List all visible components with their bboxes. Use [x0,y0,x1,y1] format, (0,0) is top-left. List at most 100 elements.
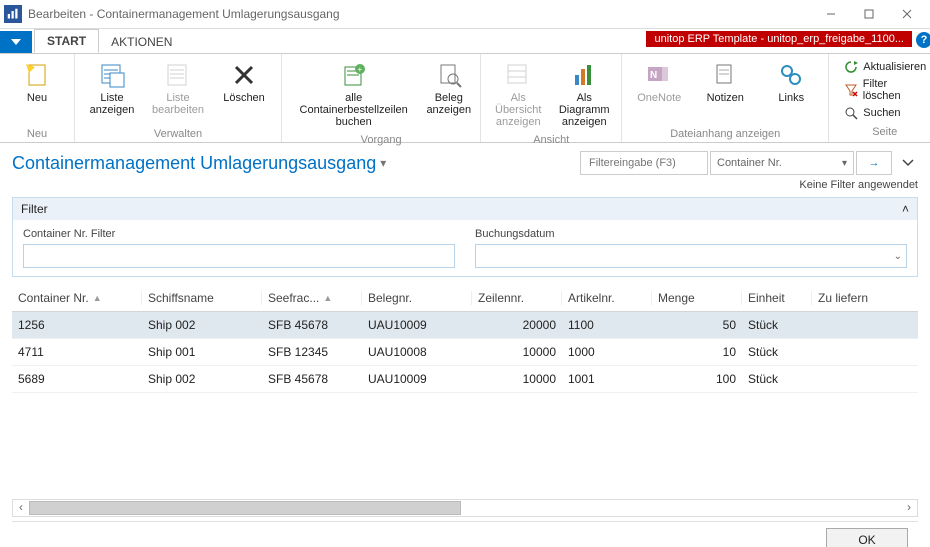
minimize-button[interactable] [812,0,850,28]
cell-container: 4711 [12,345,142,359]
ok-button[interactable]: OK [826,528,908,547]
edit-list-icon [163,60,193,90]
filter-panel: Filter˄ Container Nr. Filter Buchungsdat… [12,197,918,277]
cell-beleg: UAU10009 [362,372,472,386]
table-row[interactable]: 5689Ship 002SFB 45678UAU1000910000100110… [12,366,918,393]
help-button[interactable]: ? [916,32,930,48]
container-filter-label: Container Nr. Filter [23,228,455,240]
liste-anzeigen-button[interactable]: Liste anzeigen [81,56,143,120]
cell-artikel: 1100 [562,318,652,332]
refresh-icon [843,59,859,75]
suchen-button[interactable]: Suchen [839,104,930,122]
col-zeilennr[interactable]: Zeilennr. [472,291,562,305]
beleg-anzeigen-button[interactable]: Beleg anzeigen [423,56,474,120]
links-button[interactable]: Links [760,56,822,108]
app-logo [4,5,22,23]
filter-panel-header[interactable]: Filter˄ [13,198,917,220]
maximize-button[interactable] [850,0,888,28]
col-einheit[interactable]: Einheit [742,291,812,305]
close-button[interactable] [888,0,926,28]
cell-beleg: UAU10009 [362,318,472,332]
cell-zeilen: 10000 [472,372,562,386]
window-title: Bearbeiten - Containermanagement Umlager… [28,7,812,21]
cell-seefrac: SFB 45678 [262,372,362,386]
quick-filter-column[interactable]: Container Nr.▾ [710,151,854,175]
buchungsdatum-label: Buchungsdatum [475,228,907,240]
titlebar: Bearbeiten - Containermanagement Umlager… [0,0,930,29]
liste-bearbeiten-button: Liste bearbeiten [147,56,209,120]
col-container[interactable]: Container Nr.▲ [12,291,142,305]
data-grid: Container Nr.▲ Schiffsname Seefrac...▲ B… [12,285,918,495]
cell-zu_liefern: 100 [812,372,918,386]
alle-buchen-button[interactable]: + alle Containerbestellzeilen buchen [288,56,419,132]
neu-button[interactable]: Neu [6,56,68,108]
collapse-icon: ˄ [902,202,909,216]
col-seefrac[interactable]: Seefrac...▲ [262,291,362,305]
table-row[interactable]: 4711Ship 001SFB 12345UAU1000810000100010… [12,339,918,366]
scroll-left-button[interactable]: ‹ [13,500,29,514]
cell-zeilen: 10000 [472,345,562,359]
notizen-button[interactable]: Notizen [694,56,756,108]
chevron-down-icon: ⌄ [894,251,902,262]
cell-menge: 10 [652,345,742,359]
cell-zu_liefern: 10 [812,345,918,359]
filter-loeschen-button[interactable]: Filter löschen [839,77,930,103]
quick-filter-input[interactable] [587,156,701,170]
col-schiffsname[interactable]: Schiffsname [142,291,262,305]
container-filter-input[interactable] [23,244,455,268]
post-icon: + [339,60,369,90]
col-belegnr[interactable]: Belegnr. [362,291,472,305]
ribbon: Neu Neu Liste anzeigen Liste bearbeiten … [0,53,930,143]
cell-schiff: Ship 002 [142,372,262,386]
scroll-thumb[interactable] [29,501,461,515]
col-artikelnr[interactable]: Artikelnr. [562,291,652,305]
filter-status: Keine Filter angewendet [12,179,918,191]
horizontal-scrollbar[interactable]: ‹ › [12,499,918,517]
delete-icon [229,60,259,90]
onenote-button: N OneNote [628,56,690,108]
chevron-down-icon: ▾ [842,158,847,169]
notes-icon [710,60,740,90]
tab-aktionen[interactable]: AKTIONEN [99,31,184,53]
cell-artikel: 1000 [562,345,652,359]
loeschen-button[interactable]: Löschen [213,56,275,108]
cell-zeilen: 20000 [472,318,562,332]
grid-header: Container Nr.▲ Schiffsname Seefrac...▲ B… [12,285,918,312]
cell-einheit: Stück [742,345,812,359]
col-menge[interactable]: Menge [652,291,742,305]
sort-icon: ▲ [93,293,102,303]
svg-text:N: N [650,70,657,81]
buchungsdatum-select[interactable]: ⌄ [475,244,907,268]
expand-button[interactable] [898,159,918,167]
table-row[interactable]: 1256Ship 002SFB 45678UAU1000920000110050… [12,312,918,339]
cell-container: 1256 [12,318,142,332]
sort-icon: ▲ [323,293,332,303]
cell-schiff: Ship 002 [142,318,262,332]
group-label-seite: Seite [835,124,930,138]
tab-start[interactable]: START [34,29,99,53]
search-icon [843,105,859,121]
clear-filter-icon [843,82,859,98]
page-title[interactable]: Containermanagement Umlagerungsausgang▾ [12,153,580,174]
links-icon [776,60,806,90]
list-icon [97,60,127,90]
scroll-right-button[interactable]: › [901,500,917,514]
onenote-icon: N [644,60,674,90]
col-zu-liefern[interactable]: Zu liefern [812,291,918,305]
cell-zu_liefern: 50 [812,318,918,332]
cell-schiff: Ship 001 [142,345,262,359]
svg-text:+: + [357,65,362,74]
document-icon [434,60,464,90]
file-menu-button[interactable] [0,31,32,53]
group-label-ansicht: Ansicht [487,132,615,146]
quick-filter-go-button[interactable]: → [856,151,892,175]
chevron-down-icon: ▾ [380,156,386,170]
group-label-neu: Neu [6,126,68,140]
aktualisieren-button[interactable]: Aktualisieren [839,58,930,76]
new-icon [22,60,52,90]
quick-filter-input-wrap[interactable] [580,151,708,175]
cell-artikel: 1001 [562,372,652,386]
cell-menge: 100 [652,372,742,386]
als-diagramm-button[interactable]: Als Diagramm anzeigen [553,56,615,132]
cell-seefrac: SFB 12345 [262,345,362,359]
